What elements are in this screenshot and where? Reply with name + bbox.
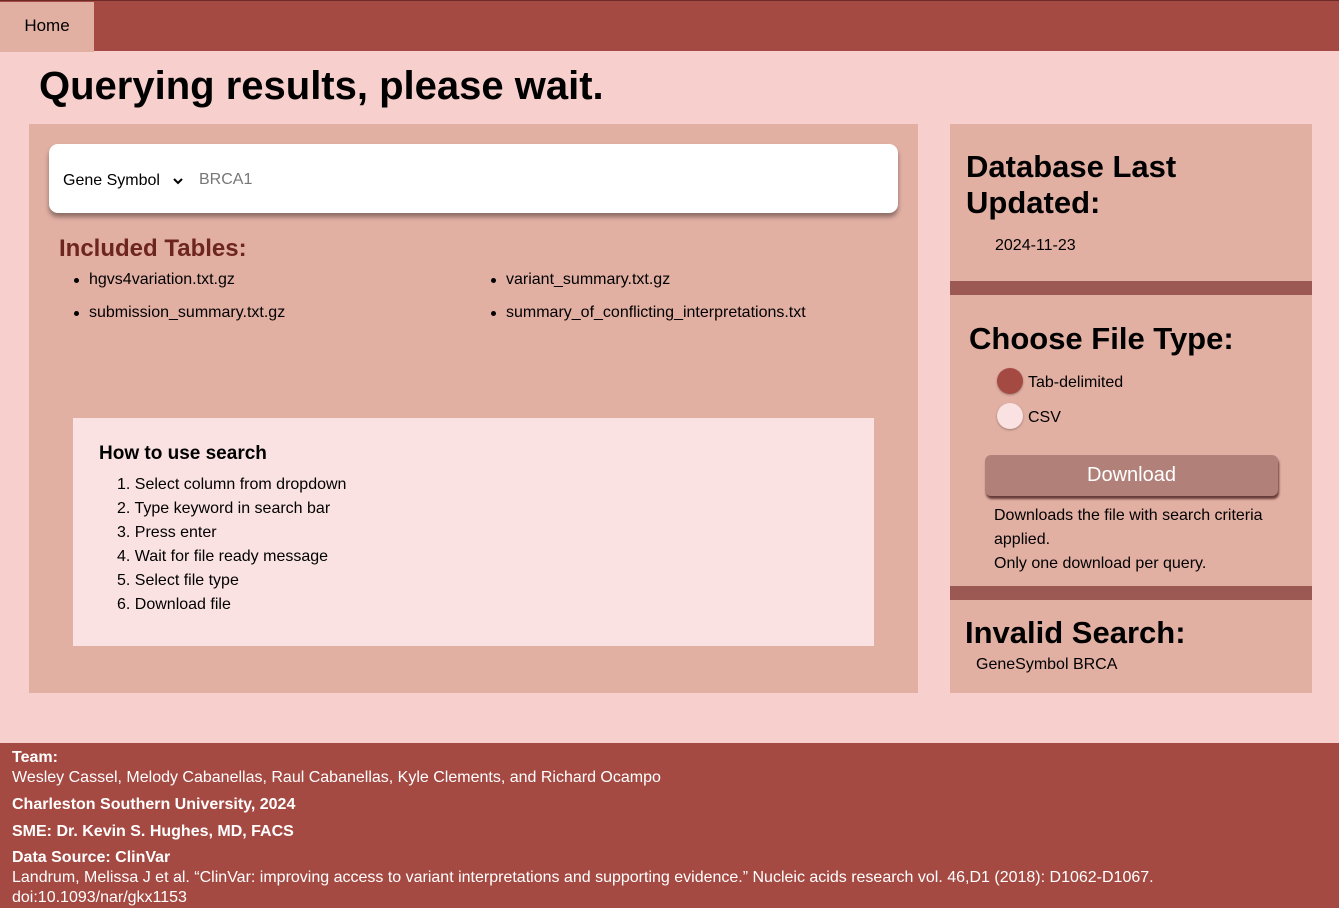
footer-sme: SME: Dr. Kevin S. Hughes, MD, FACS — [12, 823, 294, 840]
howto-step: 5. Select file type — [117, 572, 239, 589]
top-nav-bar: Home — [0, 0, 1339, 52]
howto-step: 6. Download file — [117, 596, 231, 613]
column-dropdown-value: Gene Symbol — [63, 172, 160, 189]
divider — [950, 281, 1312, 295]
database-updated-date: 2024-11-23 — [995, 237, 1076, 254]
divider — [950, 586, 1312, 600]
invalid-search-heading: Invalid Search: — [965, 615, 1186, 650]
footer-team-members: Wesley Cassel, Melody Cabanellas, Raul C… — [12, 769, 661, 786]
download-note: Downloads the file with search criteria … — [994, 507, 1263, 572]
howto-step: 4. Wait for file ready message — [117, 548, 329, 565]
list-item: hgvs4variation.txt.gz — [74, 271, 235, 288]
radio-label: CSV — [1028, 409, 1061, 426]
nav-home-link[interactable]: Home — [0, 2, 94, 52]
column-dropdown[interactable]: Gene Symbol — [63, 170, 183, 192]
footer-team-heading: Team: — [12, 749, 58, 766]
file-type-card: Choose File Type: Tab-delimited CSV Down… — [950, 295, 1312, 586]
search-bar: Gene Symbol — [49, 144, 898, 213]
howto-step: 2. Type keyword in search bar — [117, 500, 331, 517]
howto-steps: 1. Select column from dropdown 2. Type k… — [117, 473, 346, 617]
search-input[interactable] — [199, 164, 879, 196]
howto-step: 3. Press enter — [117, 524, 217, 541]
radio-button-selected[interactable] — [997, 368, 1023, 394]
list-item: submission_summary.txt.gz — [73, 304, 286, 321]
howto-title: How to use search — [99, 443, 267, 464]
howto-step: 1. Select column from dropdown — [117, 476, 347, 493]
file-type-heading: Choose File Type: — [969, 321, 1234, 356]
footer-doi: doi:10.1093/nar/gkx1153 — [12, 889, 187, 906]
chevron-down-icon — [173, 178, 183, 185]
list-item: summary_of_conflicting_interpretations.t… — [491, 304, 806, 321]
invalid-search-text: GeneSymbol BRCA — [976, 656, 1118, 673]
page-title: Querying results, please wait. — [39, 64, 604, 108]
database-updated-card: Database Last Updated: 2024-11-23 — [950, 124, 1312, 281]
radio-button[interactable] — [997, 403, 1023, 429]
footer: Team: Wesley Cassel, Melody Cabanellas, … — [0, 743, 1339, 908]
download-button[interactable]: Download — [985, 455, 1278, 496]
footer-data-source: Data Source: ClinVar — [12, 849, 171, 866]
database-updated-heading: Database Last Updated: — [966, 149, 1177, 220]
search-panel: Gene Symbol Included Tables: hgvs4variat… — [29, 124, 918, 693]
invalid-search-card: Invalid Search: GeneSymbol BRCA — [950, 600, 1312, 693]
footer-university: Charleston Southern University, 2024 — [12, 796, 296, 813]
included-tables-heading: Included Tables: — [59, 235, 247, 262]
footer-citation: Landrum, Melissa J et al. “ClinVar: impr… — [12, 869, 1154, 886]
radio-label: Tab-delimited — [1028, 374, 1124, 391]
list-item: variant_summary.txt.gz — [490, 271, 671, 288]
howto-box: How to use search 1. Select column from … — [73, 418, 874, 646]
